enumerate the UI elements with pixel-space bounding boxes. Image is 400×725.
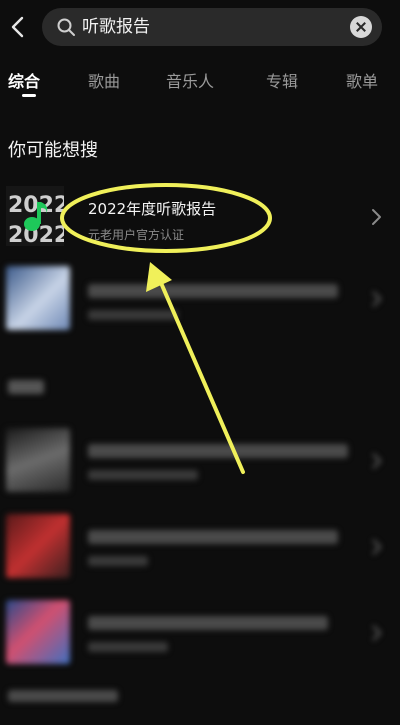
tab-albums[interactable]: 专辑 — [266, 68, 298, 92]
tab-comprehensive[interactable]: 综合 — [8, 68, 40, 92]
search-tabs: 综合 歌曲 音乐人 专辑 歌单 — [0, 62, 400, 102]
result-thumbnail — [6, 266, 70, 330]
section-title: 你可能想搜 — [8, 140, 98, 161]
tab-playlists[interactable]: 歌单 — [346, 68, 378, 92]
chevron-right-icon[interactable] — [370, 452, 382, 470]
blurred-results — [0, 258, 400, 725]
chevron-right-icon[interactable] — [370, 624, 382, 642]
chevron-right-icon[interactable] — [370, 290, 382, 308]
result-thumbnail — [6, 600, 70, 664]
list-item[interactable] — [0, 258, 400, 338]
chevron-left-icon[interactable] — [4, 12, 32, 42]
result-thumbnail — [6, 428, 70, 492]
search-query: 听歌报告 — [82, 17, 150, 37]
search-icon — [57, 18, 75, 36]
svg-text:2022: 2022 — [8, 193, 64, 218]
result-thumbnail — [6, 514, 70, 578]
top-bar: 听歌报告 — [0, 0, 400, 58]
report-title: 2022年度听歌报告 — [88, 200, 217, 218]
active-tab-indicator — [22, 94, 36, 97]
report-subtitle: 元老用户官方认证 — [88, 228, 185, 242]
chevron-right-icon[interactable] — [370, 208, 382, 226]
listening-report-result[interactable]: 2022 2022 2022年度听歌报告 元老用户官方认证 — [0, 180, 400, 256]
chevron-right-icon[interactable] — [370, 538, 382, 556]
list-item[interactable] — [0, 420, 400, 500]
tab-songs[interactable]: 歌曲 — [88, 68, 120, 92]
list-item[interactable] — [0, 592, 400, 672]
section-heading-blurred — [8, 380, 44, 394]
report-cover-image: 2022 2022 — [6, 186, 64, 246]
list-item[interactable] — [0, 506, 400, 586]
search-input[interactable]: 听歌报告 — [42, 8, 382, 46]
tab-artists[interactable]: 音乐人 — [166, 68, 214, 92]
clear-icon[interactable] — [350, 16, 372, 38]
